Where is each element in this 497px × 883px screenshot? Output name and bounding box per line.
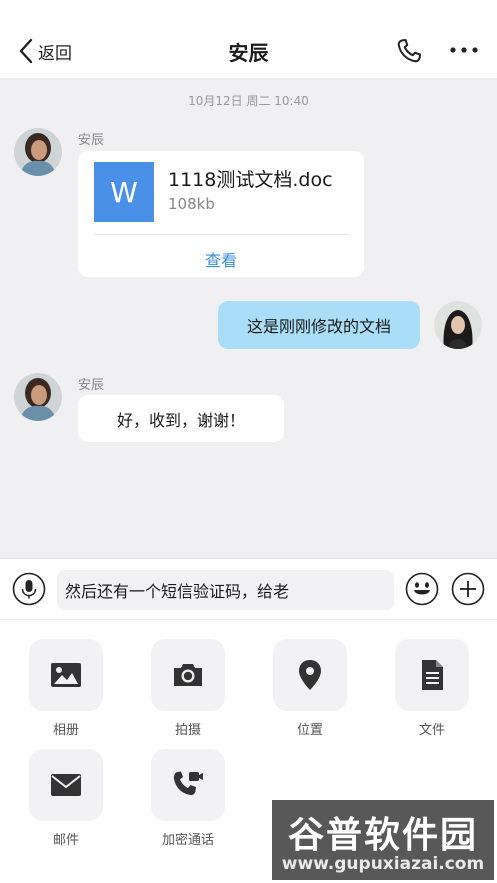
tool-label: 加密通话: [161, 833, 214, 848]
my-avatar[interactable]: [434, 301, 482, 349]
document-icon: [422, 660, 443, 690]
view-file-button[interactable]: 查看: [78, 247, 364, 271]
sender-name: 安辰: [78, 378, 105, 393]
tool-location-button[interactable]: 位置: [273, 639, 347, 738]
add-icon[interactable]: [451, 572, 485, 606]
tool-label: 拍摄: [174, 723, 201, 738]
tool-file-button[interactable]: 文件: [395, 639, 469, 738]
watermark-title: 谷普软件园: [287, 815, 478, 856]
top-bar: 返回 安辰: [0, 0, 497, 78]
chat-area[interactable]: 10月12日 周二 10:40 安辰 W 1118测试文档.doc 108kb …: [0, 78, 497, 558]
microphone-icon[interactable]: [12, 572, 46, 606]
sender-name: 安辰: [78, 133, 105, 148]
avatar-photo: [14, 373, 62, 421]
tool-label: 相册: [52, 723, 79, 738]
tool-album-button[interactable]: 相册: [29, 639, 103, 738]
mail-icon: [51, 774, 81, 796]
message-input[interactable]: [57, 570, 394, 610]
camera-icon: [174, 664, 202, 686]
more-icon[interactable]: [448, 40, 480, 60]
tool-label: 位置: [296, 723, 323, 738]
emoji-icon[interactable]: [405, 572, 439, 606]
message-timestamp: 10月12日 周二 10:40: [188, 94, 309, 108]
image-icon: [51, 663, 81, 687]
avatar-photo: [434, 301, 482, 349]
phone-icon[interactable]: [394, 36, 424, 66]
tool-label: 文件: [418, 723, 445, 738]
file-name: 1118测试文档.doc: [168, 169, 333, 191]
divider: [94, 234, 348, 235]
tool-encrypted-call-button[interactable]: 加密通话: [151, 749, 225, 848]
file-message-card[interactable]: W 1118测试文档.doc 108kb 查看: [78, 151, 364, 277]
contact-avatar[interactable]: [14, 373, 62, 421]
input-bar: [0, 558, 497, 619]
outgoing-message-bubble[interactable]: 这是刚刚修改的文档: [218, 301, 420, 349]
file-size: 108kb: [168, 195, 215, 213]
tool-label: 邮件: [52, 833, 79, 848]
tool-camera-button[interactable]: 拍摄: [151, 639, 225, 738]
word-file-icon: W: [94, 162, 154, 222]
watermark-url: www.gupuxiazai.com: [281, 854, 485, 874]
avatar-photo: [14, 128, 62, 176]
contact-avatar[interactable]: [14, 128, 62, 176]
video-call-icon: [173, 771, 203, 796]
tool-mail-button[interactable]: 邮件: [29, 749, 103, 848]
incoming-message-bubble[interactable]: 好，收到，谢谢！: [78, 395, 284, 442]
watermark: 谷普软件园 www.gupuxiazai.com: [272, 800, 494, 880]
location-pin-icon: [299, 660, 321, 690]
